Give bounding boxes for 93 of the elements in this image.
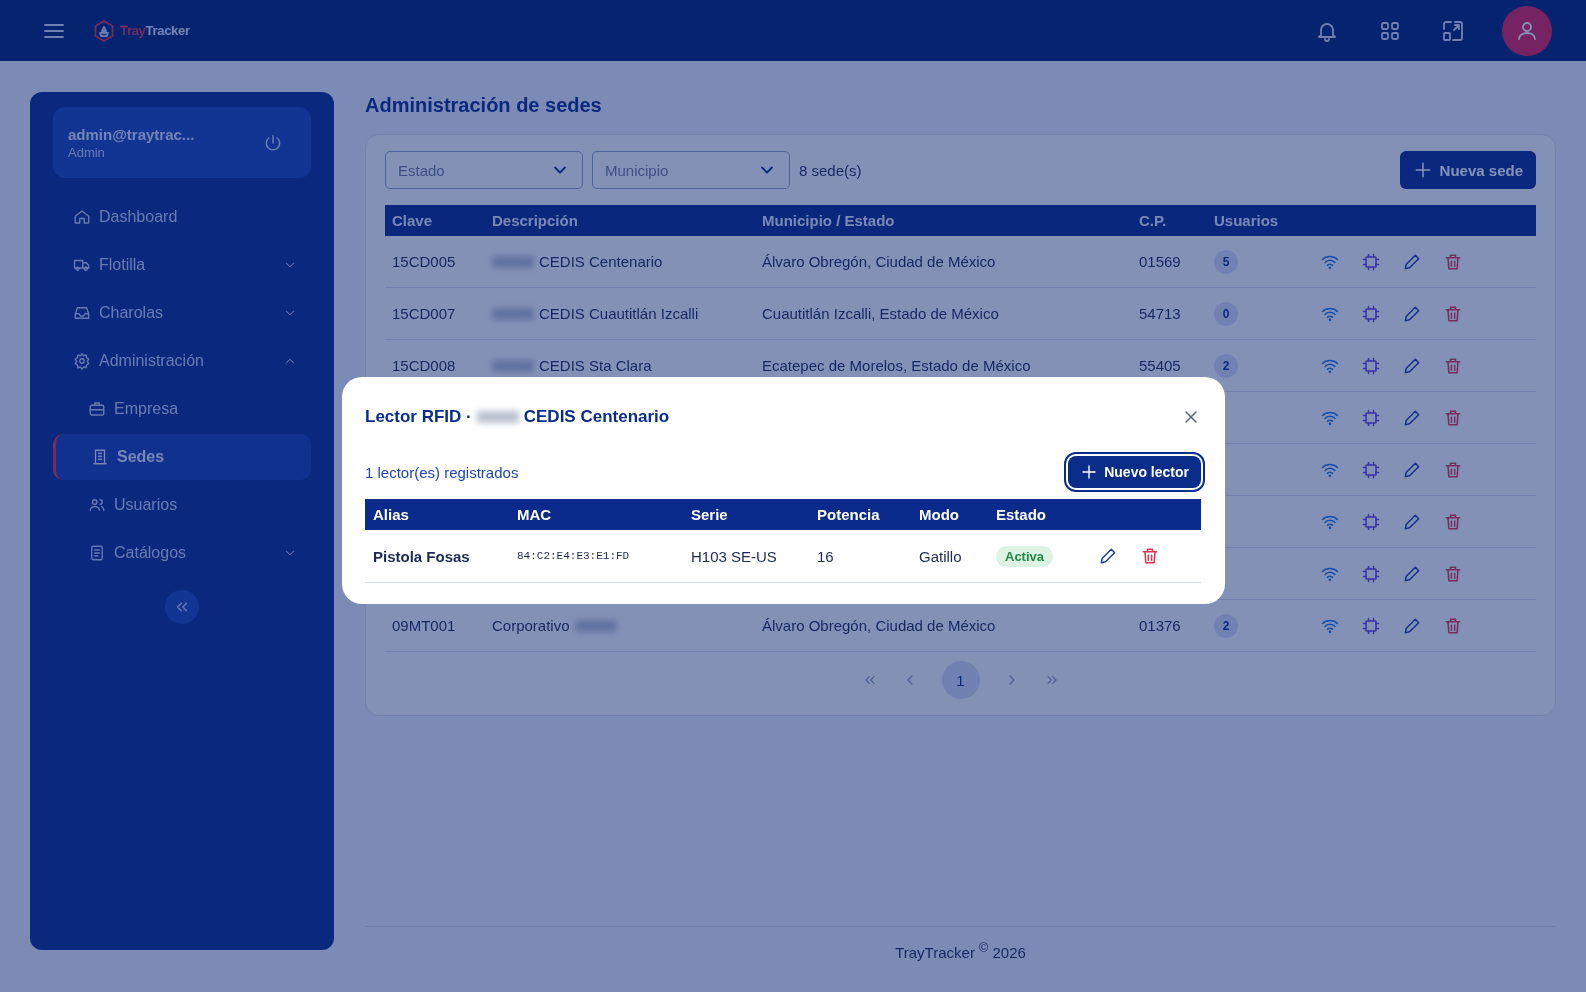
chip-button[interactable]	[1361, 563, 1381, 584]
chip-icon	[1361, 511, 1381, 532]
book-icon	[88, 544, 106, 562]
delete-button[interactable]	[1140, 546, 1160, 566]
user-role: Admin	[68, 144, 106, 160]
pencil-icon	[1098, 546, 1118, 566]
user-count: 0	[1214, 301, 1238, 326]
brand-name: TrayTracker	[120, 23, 190, 38]
chip-icon	[1361, 459, 1381, 480]
column-header: C.P.	[1139, 212, 1168, 229]
chip-icon	[1361, 251, 1381, 272]
table-cell: Corporativo	[492, 617, 570, 634]
edit-button[interactable]	[1098, 546, 1118, 566]
sidebar-item[interactable]: Empresa	[53, 386, 311, 432]
modal-title: Lector RFID ·	[365, 407, 472, 427]
table-cell-text: 01376	[1139, 617, 1182, 634]
table-cell-text: Ecatepec de Morelos, Estado de México	[762, 357, 1032, 374]
chip-button[interactable]	[1361, 459, 1381, 480]
logout-button[interactable]	[263, 132, 283, 153]
chip-icon	[1361, 407, 1381, 428]
column-header: Clave	[392, 212, 434, 229]
column-header: MAC	[517, 506, 553, 523]
table-cell: CEDIS Cuautitlán Izcalli	[539, 305, 699, 322]
column-header: Modo	[919, 506, 960, 523]
table-cell-text: Pistola Fosas	[373, 547, 471, 565]
table-cell-text: 84:C2:E4:E3:E1:FD	[517, 550, 631, 562]
chip-icon	[1361, 615, 1381, 636]
chip-button[interactable]	[1361, 511, 1381, 532]
fullscreen-button[interactable]	[1441, 18, 1465, 43]
table-cell-text: Gatillo	[919, 547, 963, 565]
column-header: Descripción	[492, 212, 579, 229]
new-button[interactable]: Nueva sede	[1399, 151, 1536, 189]
result-count: 8 sede(s)	[799, 161, 862, 179]
table-cell-text: 09MT001	[392, 617, 457, 634]
page-title: Administración de sedes	[365, 94, 603, 117]
sidebar-item[interactable]: Catálogos	[53, 530, 311, 576]
footer-text: TrayTracker $^{©}$ 2026	[895, 944, 1026, 961]
table-cell-text: 15CD007	[392, 305, 457, 322]
chip-icon	[1361, 355, 1381, 376]
filter-dropdown[interactable]: Estado	[385, 151, 583, 189]
column-header: Potencia	[817, 506, 881, 523]
collapse-button[interactable]	[165, 590, 199, 624]
briefcase-icon	[88, 400, 106, 418]
sidebar-item[interactable]: Flotilla	[53, 242, 311, 288]
table-cell: CEDIS Centenario	[539, 253, 663, 270]
plus-icon	[1080, 463, 1099, 481]
user-email: admin@traytrac...	[68, 125, 196, 143]
filter-dropdown[interactable]: Municipio	[592, 151, 790, 189]
sidebar-item[interactable]: Charolas	[53, 290, 311, 336]
avatar-button[interactable]	[1502, 5, 1552, 56]
table-cell-text: 55405	[1139, 357, 1182, 374]
chip-button[interactable]	[1361, 251, 1381, 272]
table-cell-text: H103 SE-US	[691, 547, 778, 565]
table-cell-text: Cuautitlán Izcalli, Estado de México	[762, 305, 1000, 322]
expand-icon	[1441, 18, 1465, 43]
trash-icon	[1140, 546, 1160, 566]
chip-icon	[1361, 563, 1381, 584]
column-header: Alias	[373, 506, 410, 523]
hexagon-logo-icon	[92, 18, 116, 43]
sidebar-item[interactable]: Dashboard	[53, 194, 311, 240]
user-count: 2	[1214, 613, 1238, 638]
chip-button[interactable]	[1361, 407, 1381, 428]
building-icon	[91, 448, 109, 466]
gear-icon	[73, 352, 91, 370]
power-icon	[263, 132, 283, 153]
chip-icon	[1361, 303, 1381, 324]
table-cell-text: 15CD005	[392, 253, 457, 270]
home-icon	[73, 208, 91, 226]
column-header: Serie	[691, 506, 729, 523]
page-button[interactable]: 1	[941, 661, 980, 699]
table-cell-text: 01569	[1139, 253, 1182, 270]
sidebar-item[interactable]: Usuarios	[53, 482, 311, 528]
table-cell-text: 54713	[1139, 305, 1182, 322]
modal-title: CEDIS Centenario	[523, 407, 670, 427]
table-cell-text: Álvaro Obregón, Ciudad de México	[762, 617, 997, 634]
chip-button[interactable]	[1361, 615, 1381, 636]
column-header: Estado	[996, 506, 1047, 523]
column-header: Municipio / Estado	[762, 212, 896, 229]
sidebar-item[interactable]: Sedes	[53, 434, 311, 480]
chip-button[interactable]	[1361, 303, 1381, 324]
sidebar-item[interactable]: Administración	[53, 338, 311, 384]
reader-count: 1 lector(es) registrados	[365, 463, 519, 481]
table-cell-text: Álvaro Obregón, Ciudad de México	[762, 253, 997, 270]
table-cell-text: 16	[817, 547, 835, 565]
user-count: 2	[1214, 353, 1238, 378]
table-cell: CEDIS Sta Clara	[539, 357, 652, 374]
tray-icon	[73, 304, 91, 322]
status-badge: Activa	[996, 545, 1054, 567]
chip-button[interactable]	[1361, 355, 1381, 376]
users-icon	[88, 496, 106, 514]
table-cell-text: 15CD008	[392, 357, 457, 374]
user-count: 5	[1214, 249, 1238, 274]
column-header: Usuarios	[1214, 212, 1280, 229]
